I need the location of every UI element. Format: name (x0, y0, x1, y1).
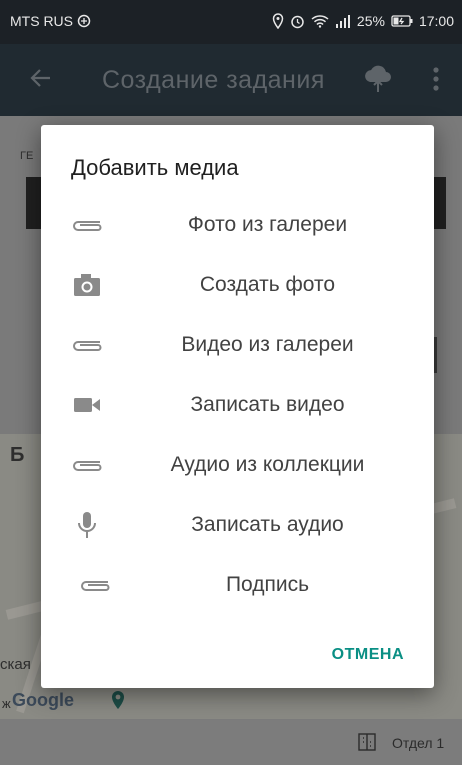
menu-item-video-gallery[interactable]: Видео из галереи (41, 315, 434, 375)
more-vert-icon[interactable] (432, 66, 440, 97)
google-logo: Google (12, 690, 74, 710)
map-pin-icon (110, 690, 126, 715)
location-icon (272, 13, 284, 29)
alarm-icon (291, 15, 304, 28)
menu-item-record-video[interactable]: Записать видео (41, 375, 434, 435)
field-border-right (434, 337, 437, 373)
back-arrow-icon[interactable] (30, 64, 52, 96)
battery-percent: 25% (356, 13, 385, 29)
data-saver-icon (77, 14, 91, 28)
status-bar: MTS RUS 25% 17:00 (0, 0, 462, 44)
wifi-icon (311, 15, 329, 28)
menu-item-take-photo[interactable]: Создать фото (41, 255, 434, 315)
map-label-fragment: ж (2, 696, 11, 711)
field-label-fragment: ГЕ (20, 150, 34, 162)
cancel-button[interactable]: ОТМЕНА (332, 646, 404, 664)
menu-item-label: Записать аудио (191, 513, 344, 536)
section-letter: Б (10, 444, 25, 466)
signal-icon (335, 14, 350, 28)
bottom-bar: Отдел 1 (0, 719, 462, 765)
page-title: Создание задания (102, 66, 325, 94)
menu-item-label: Аудио из коллекции (170, 453, 365, 476)
menu-item-label: Фото из галереи (187, 213, 348, 236)
menu-item-photo-gallery[interactable]: Фото из галереи (41, 195, 434, 255)
department-label: Отдел 1 (392, 735, 445, 751)
input-field-right-edge (434, 177, 446, 229)
map-street-label: ская (0, 656, 31, 673)
dialog-title: Добавить медиа (71, 155, 239, 180)
menu-item-audio-collection[interactable]: Аудио из коллекции (41, 435, 434, 495)
department-icon (358, 733, 376, 754)
menu-item-label: Подпись (225, 573, 310, 596)
battery-charging-icon (391, 15, 413, 27)
menu-item-label: Создать фото (199, 273, 336, 296)
menu-item-signature[interactable]: Подпись (41, 555, 434, 615)
menu-item-record-audio[interactable]: Записать аудио (41, 495, 434, 555)
clock: 17:00 (418, 13, 454, 29)
app-bar: Создание задания (0, 44, 462, 116)
add-media-dialog: Добавить медиа Фото из галереи Создать ф… (41, 125, 434, 688)
menu-item-label: Видео из галереи (181, 333, 354, 356)
input-field-left-edge (26, 177, 42, 229)
menu-item-label: Записать видео (190, 393, 345, 416)
cloud-upload-icon[interactable] (362, 62, 394, 99)
carrier-name: MTS RUS (10, 13, 73, 29)
